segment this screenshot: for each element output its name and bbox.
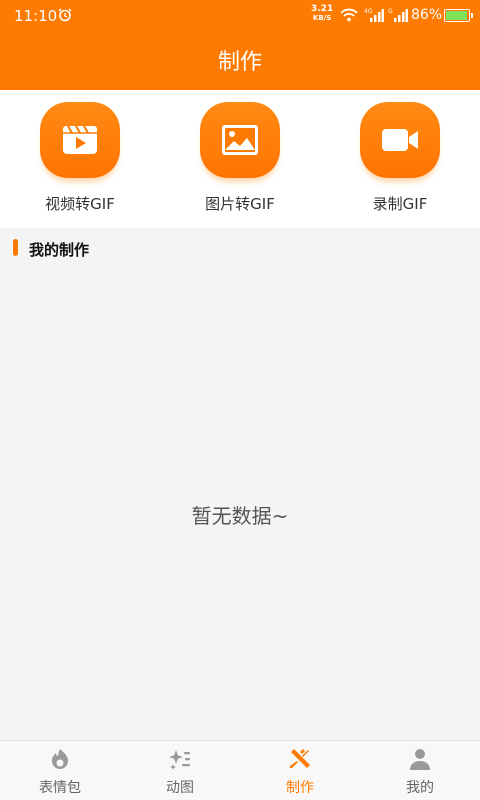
make-tools-icon xyxy=(290,749,310,768)
record-gif-label: 录制GIF xyxy=(372,195,428,213)
record-gif-icon-bg xyxy=(360,102,440,178)
page-title: 制作 xyxy=(217,50,262,75)
my-creations-header: 我的制作 xyxy=(0,228,480,266)
svg-text:G: G xyxy=(388,8,393,15)
sticker-icon xyxy=(52,749,68,769)
make-tools-panel: 视频转GIF 图片转GIF 录制GIF xyxy=(0,90,480,228)
empty-state-text: 暂无数据~ xyxy=(191,504,289,528)
status-time: 11:10 xyxy=(14,7,58,25)
network-speed-unit: KB/S xyxy=(312,14,332,22)
tab-make-label: 制作 xyxy=(286,780,314,796)
user-icon xyxy=(410,749,430,770)
video-to-gif-label: 视频转GIF xyxy=(45,195,115,213)
tab-stickers-label: 表情包 xyxy=(39,780,81,796)
image-to-gif-label: 图片转GIF xyxy=(205,195,275,213)
bottom-tab-bar: 表情包 动图 制作 我的 xyxy=(0,740,480,800)
svg-text:4G: 4G xyxy=(364,8,373,15)
tab-stickers[interactable]: 表情包 xyxy=(0,741,120,800)
section-accent-bar xyxy=(13,239,18,256)
network-speed: 3.21 KB/S xyxy=(311,5,333,23)
tab-mine[interactable]: 我的 xyxy=(360,741,480,800)
app-header: 11:10 3.21 KB/S 4G G 86% 制作 xyxy=(0,0,480,90)
battery-level-fill xyxy=(446,11,467,20)
signal-icon: G xyxy=(388,8,408,22)
tab-animated[interactable]: 动图 xyxy=(120,741,240,800)
battery-percent: 86% xyxy=(411,7,443,23)
network-speed-value: 3.21 xyxy=(311,4,334,14)
tab-animated-label: 动图 xyxy=(166,780,194,796)
signal-4g-icon: 4G xyxy=(364,8,384,22)
record-gif-button[interactable]: 录制GIF xyxy=(320,90,480,228)
video-play-icon xyxy=(63,125,97,154)
battery-icon xyxy=(444,9,473,22)
section-title: 我的制作 xyxy=(29,241,90,259)
tab-make[interactable]: 制作 xyxy=(240,741,360,800)
image-to-gif-icon-bg xyxy=(200,102,280,178)
image-icon xyxy=(222,125,258,155)
alarm-icon xyxy=(58,8,72,22)
status-bar: 11:10 3.21 KB/S 4G G 86% xyxy=(0,0,480,32)
sparkle-list-icon xyxy=(169,750,190,770)
video-to-gif-button[interactable]: 视频转GIF xyxy=(0,90,160,228)
video-to-gif-icon-bg xyxy=(40,102,120,178)
video-camera-icon xyxy=(382,129,418,151)
wifi-icon xyxy=(340,8,358,22)
image-to-gif-button[interactable]: 图片转GIF xyxy=(160,90,320,228)
tab-mine-label: 我的 xyxy=(406,780,434,796)
